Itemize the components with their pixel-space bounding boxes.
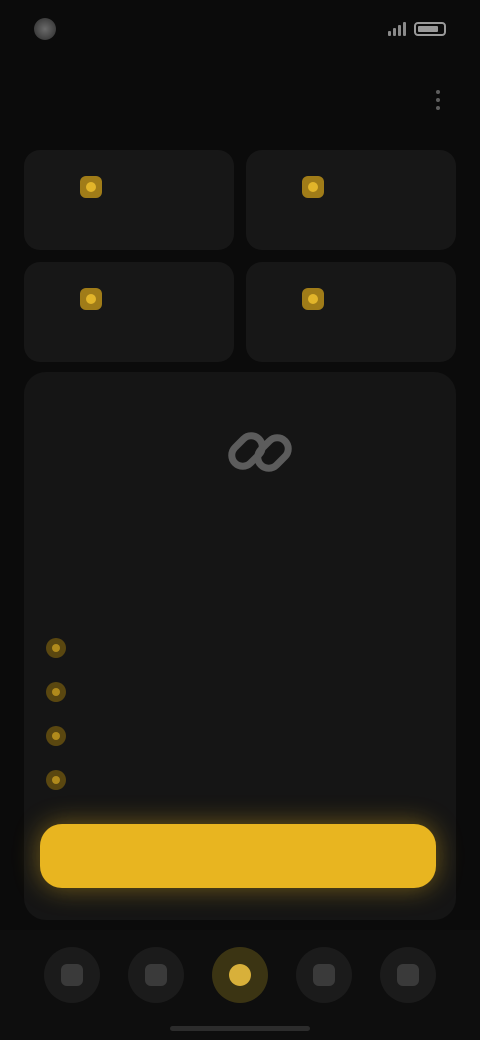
signal-icon bbox=[388, 22, 406, 36]
tile-4-caption bbox=[332, 292, 402, 304]
feature-item-1 bbox=[46, 626, 436, 670]
tile-2-caption bbox=[332, 180, 402, 192]
link-icon bbox=[220, 412, 300, 492]
home-icon bbox=[61, 964, 83, 986]
status-bar bbox=[0, 0, 480, 58]
feature-item-2 bbox=[46, 670, 436, 714]
feature-tile-4[interactable] bbox=[246, 262, 456, 362]
feature-item-4 bbox=[46, 758, 436, 802]
more-options-icon[interactable] bbox=[424, 86, 452, 114]
tile-1-caption bbox=[110, 180, 180, 192]
battery-icon bbox=[414, 22, 446, 36]
page-header bbox=[0, 70, 480, 140]
status-left bbox=[34, 18, 66, 40]
tab-browse[interactable] bbox=[128, 947, 184, 1003]
feature-tile-1[interactable] bbox=[24, 150, 234, 250]
home-indicator bbox=[170, 1026, 310, 1031]
feature-list bbox=[46, 626, 436, 802]
check-icon bbox=[46, 770, 66, 790]
check-icon bbox=[46, 682, 66, 702]
tile-3-icon bbox=[80, 288, 102, 310]
tab-featured[interactable] bbox=[212, 947, 268, 1003]
grid-icon bbox=[145, 964, 167, 986]
profile-icon bbox=[397, 964, 419, 986]
tab-profile[interactable] bbox=[380, 947, 436, 1003]
tile-4-icon bbox=[302, 288, 324, 310]
feature-tile-2[interactable] bbox=[246, 150, 456, 250]
tab-home[interactable] bbox=[44, 947, 100, 1003]
tile-3-caption bbox=[110, 292, 180, 304]
primary-cta-button[interactable] bbox=[40, 824, 436, 888]
list-icon bbox=[313, 964, 335, 986]
tile-1-icon bbox=[80, 176, 102, 198]
star-icon bbox=[229, 964, 251, 986]
check-icon bbox=[46, 726, 66, 746]
app-indicator-icon bbox=[34, 18, 56, 40]
tab-list[interactable] bbox=[296, 947, 352, 1003]
feature-tile-grid bbox=[24, 150, 456, 362]
status-right bbox=[380, 22, 446, 36]
feature-tile-3[interactable] bbox=[24, 262, 234, 362]
tile-2-icon bbox=[302, 176, 324, 198]
bottom-tab-bar bbox=[0, 930, 480, 1040]
check-icon bbox=[46, 638, 66, 658]
feature-item-3 bbox=[46, 714, 436, 758]
